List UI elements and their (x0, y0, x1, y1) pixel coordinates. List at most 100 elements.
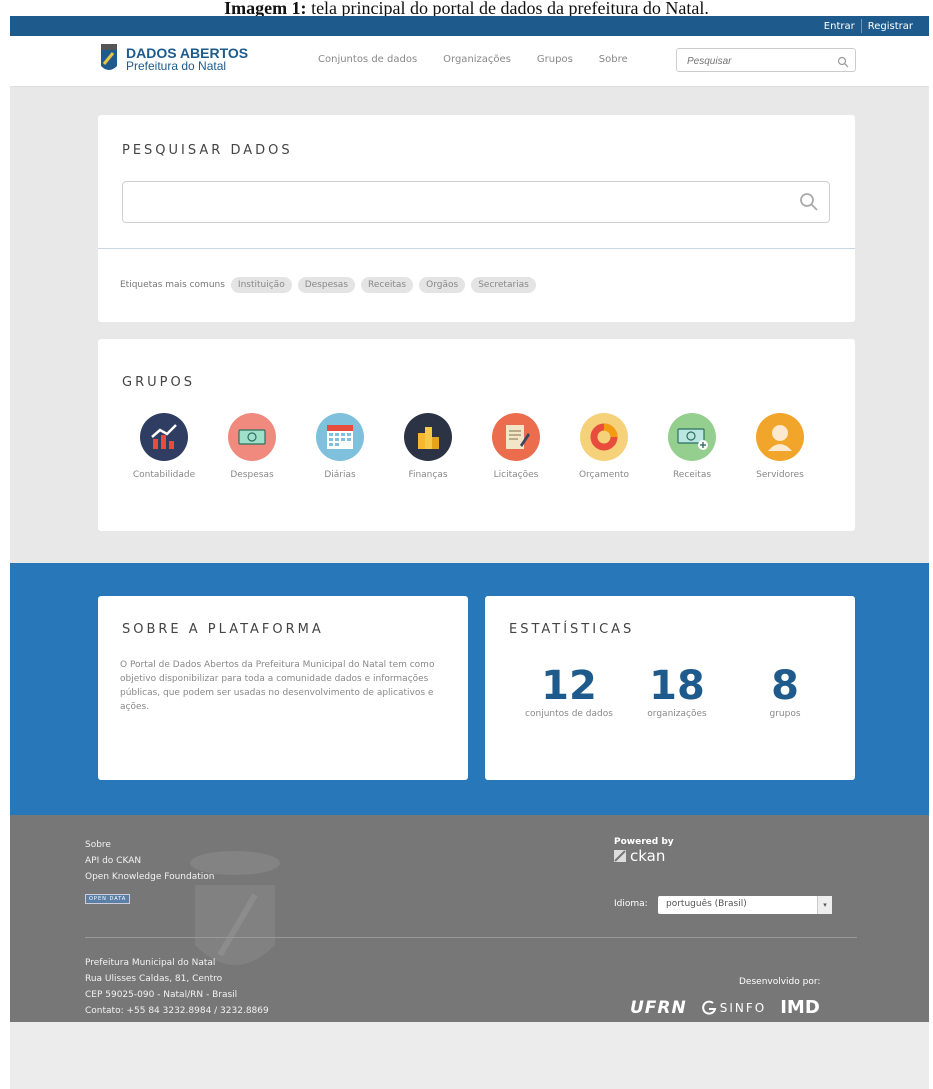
footer-links: Sobre API do CKAN Open Knowledge Foundat… (85, 837, 214, 904)
site-footer: Sobre API do CKAN Open Knowledge Foundat… (10, 815, 929, 1022)
group-label: Licitações (493, 470, 539, 480)
group-item-licitacoes[interactable]: Licitações (472, 413, 560, 480)
stats-title: ESTATÍSTICAS (509, 622, 635, 637)
tag-pill[interactable]: Despesas (297, 277, 356, 293)
group-label: Despesas (230, 470, 274, 480)
group-label: Receitas (672, 470, 712, 480)
group-label: Servidores (756, 470, 804, 480)
top-account-bar: Entrar Registrar (10, 16, 929, 36)
stat-organizations[interactable]: 18 organizações (623, 664, 731, 721)
sinfo-text: SINFO (719, 1000, 767, 1015)
stat-label: conjuntos de dados (525, 709, 613, 719)
address-line: Rua Ulisses Caldas, 81, Centro (85, 974, 223, 984)
language-value: português (Brasil) (666, 899, 747, 909)
nav-links: Conjuntos de dados Organizações Grupos S… (318, 54, 628, 65)
nav-search-input[interactable] (685, 55, 829, 68)
stat-value: 8 (771, 663, 799, 709)
group-item-financas[interactable]: Finanças (384, 413, 472, 480)
partner-logos: UFRN SINFO IMD (630, 997, 820, 1018)
tags-label: Etiquetas mais comuns (120, 280, 225, 290)
imd-logo[interactable]: IMD (780, 997, 820, 1018)
shield-logo-icon (100, 44, 118, 74)
search-icon[interactable] (837, 53, 849, 72)
tag-pill[interactable]: Instituição (230, 277, 292, 293)
footer-link-okfn[interactable]: Open Knowledge Foundation (85, 869, 214, 885)
sinfo-swirl-icon (701, 1000, 717, 1015)
caption-text: tela principal do portal de dados da pre… (311, 0, 709, 16)
about-text: O Portal de Dados Abertos da Prefeitura … (120, 660, 435, 712)
sinfo-logo[interactable]: SINFO (701, 1000, 766, 1016)
card-divider (98, 248, 855, 249)
nav-link-datasets[interactable]: Conjuntos de dados (318, 54, 417, 65)
groups-card: GRUPOS Contabilidade Despesas Diárias Fi… (98, 339, 855, 531)
about-card: SOBRE A PLATAFORMA O Portal de Dados Abe… (98, 596, 468, 780)
group-item-diarias[interactable]: Diárias (296, 413, 384, 480)
powered-by-label: Powered by (614, 837, 674, 847)
stat-label: organizações (647, 709, 707, 719)
ufrn-logo[interactable]: UFRN (630, 998, 687, 1018)
nav-link-organizations[interactable]: Organizações (443, 54, 511, 65)
dataset-search-input[interactable] (122, 181, 830, 223)
search-data-title: PESQUISAR DADOS (122, 143, 293, 158)
coins-icon (404, 413, 452, 461)
stat-datasets[interactable]: 12 conjuntos de dados (515, 664, 623, 721)
money-plus-icon (668, 413, 716, 461)
language-select[interactable]: português (Brasil) ▾ (658, 896, 832, 914)
group-item-contabilidade[interactable]: Contabilidade (120, 413, 208, 480)
chart-up-icon (140, 413, 188, 461)
money-bill-icon (228, 413, 276, 461)
logo-subtitle: Prefeitura do Natal (126, 59, 227, 73)
ckan-icon (614, 850, 626, 862)
group-list: Contabilidade Despesas Diárias Finanças (120, 413, 824, 480)
open-data-badge[interactable]: OPEN DATA (85, 894, 131, 904)
info-band: SOBRE A PLATAFORMA O Portal de Dados Abe… (10, 563, 929, 815)
tag-pill[interactable]: Secretarias (471, 277, 536, 293)
site-logo[interactable]: DADOS ABERTOS Prefeitura do Natal (100, 44, 248, 74)
document-edit-icon (492, 413, 540, 461)
group-label: Diárias (324, 470, 356, 480)
language-label: Idioma: (614, 899, 648, 909)
browser-page: Entrar Registrar DADOS ABERTOS Prefeitur… (10, 16, 929, 1089)
ckan-logo[interactable]: ckan (614, 847, 674, 865)
logo-title: DADOS ABERTOS (126, 45, 249, 61)
about-title: SOBRE A PLATAFORMA (122, 622, 324, 637)
group-item-servidores[interactable]: Servidores (736, 413, 824, 480)
register-link[interactable]: Registrar (862, 21, 919, 32)
figure-caption: Imagem 1: tela principal do portal de da… (0, 0, 933, 16)
powered-by: Powered by ckan (614, 837, 674, 865)
search-data-card: PESQUISAR DADOS Etiquetas mais comuns In… (98, 115, 855, 322)
donut-chart-icon (580, 413, 628, 461)
group-item-receitas[interactable]: Receitas (648, 413, 736, 480)
address-line: Contato: +55 84 3232.8984 / 3232.8869 (85, 1006, 269, 1016)
search-icon[interactable] (799, 192, 819, 216)
tag-pill[interactable]: Receitas (361, 277, 414, 293)
developed-by-label: Desenvolvido por: (739, 977, 821, 987)
groups-title: GRUPOS (122, 375, 195, 390)
popular-tags: Etiquetas mais comuns Instituição Despes… (120, 277, 536, 293)
nav-link-about[interactable]: Sobre (599, 54, 628, 65)
stat-value: 18 (649, 663, 705, 709)
group-item-orcamento[interactable]: Orçamento (560, 413, 648, 480)
ckan-text: ckan (630, 847, 666, 865)
group-label: Finanças (408, 470, 448, 480)
nav-search (676, 48, 856, 72)
group-label: Contabilidade (132, 470, 196, 480)
login-link[interactable]: Entrar (818, 21, 861, 32)
nav-link-groups[interactable]: Grupos (537, 54, 573, 65)
stat-groups[interactable]: 8 grupos (731, 664, 839, 721)
footer-link-about[interactable]: Sobre (85, 837, 214, 853)
group-label: Orçamento (578, 470, 630, 480)
footer-address: Prefeitura Municipal do Natal Rua Ulisse… (85, 955, 269, 1019)
bottom-spacer (10, 1022, 929, 1089)
calendar-icon (316, 413, 364, 461)
main-navbar: DADOS ABERTOS Prefeitura do Natal Conjun… (10, 36, 929, 87)
footer-link-ckan-api[interactable]: API do CKAN (85, 853, 214, 869)
stats-card: ESTATÍSTICAS 12 conjuntos de dados 18 or… (485, 596, 855, 780)
chevron-down-icon[interactable]: ▾ (817, 896, 832, 914)
tag-pill[interactable]: Orgãos (419, 277, 466, 293)
caption-prefix: Imagem 1: (224, 0, 307, 16)
group-item-despesas[interactable]: Despesas (208, 413, 296, 480)
person-icon (756, 413, 804, 461)
footer-divider (85, 937, 857, 938)
stat-label: grupos (769, 709, 801, 719)
